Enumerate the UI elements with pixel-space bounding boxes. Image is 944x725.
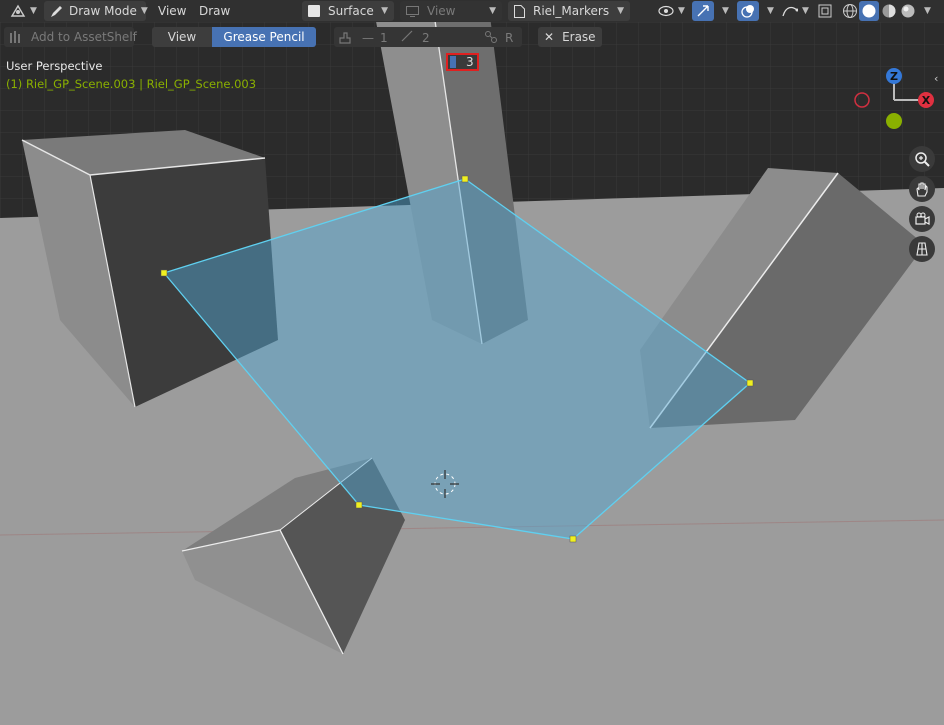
option-r-label[interactable]: R bbox=[505, 31, 513, 45]
erase-label: Erase bbox=[562, 30, 596, 44]
gizmo-icon bbox=[696, 4, 710, 18]
option-3-bar-icon bbox=[450, 56, 456, 68]
mode-label: Draw Mode bbox=[69, 4, 137, 18]
chevron-down-icon: ▼ bbox=[678, 6, 685, 16]
rendered-sphere-icon bbox=[900, 3, 916, 19]
curve-icon bbox=[782, 4, 798, 18]
option-1-dash-icon: — bbox=[362, 31, 374, 45]
eye-icon bbox=[658, 5, 674, 17]
close-icon: ✕ bbox=[544, 30, 555, 44]
layer-label: Riel_Markers bbox=[533, 4, 610, 18]
chevron-down-icon[interactable]: ▼ bbox=[924, 6, 931, 16]
option-2-slash-icon bbox=[400, 29, 414, 46]
gizmo-toggle[interactable] bbox=[692, 1, 714, 21]
menu-draw[interactable]: Draw bbox=[193, 1, 236, 21]
chevron-down-icon: ▼ bbox=[140, 6, 148, 16]
layer-dropdown[interactable]: Riel_Markers ▼ bbox=[508, 1, 630, 21]
option-2-label[interactable]: 2 bbox=[422, 31, 430, 45]
xray-icon bbox=[818, 4, 832, 18]
perspective-label: User Perspective bbox=[6, 59, 103, 73]
stroke-point[interactable] bbox=[355, 501, 363, 509]
chevron-down-icon: ▼ bbox=[30, 6, 37, 16]
mode-dropdown[interactable]: Draw Mode ▼ bbox=[44, 1, 148, 21]
viewport-header: ▼ Draw Mode ▼ View Draw Surface ▼ View ▼… bbox=[0, 0, 944, 22]
shading-wireframe[interactable] bbox=[840, 1, 860, 21]
pencil-icon bbox=[50, 5, 63, 18]
zoom-icon bbox=[914, 151, 930, 167]
menu-view[interactable]: View bbox=[152, 1, 192, 21]
overlay-toggle[interactable] bbox=[737, 1, 759, 21]
wireframe-sphere-icon bbox=[842, 3, 858, 19]
modifiers-toggle[interactable]: ▼ bbox=[778, 1, 813, 21]
camera-icon bbox=[914, 211, 930, 227]
navigation-gizmo[interactable]: Z X bbox=[848, 62, 938, 134]
stroke-point[interactable] bbox=[569, 535, 577, 543]
3d-viewport[interactable] bbox=[0, 0, 944, 725]
monitor-icon bbox=[406, 5, 419, 17]
hand-icon bbox=[914, 181, 930, 197]
zoom-button[interactable] bbox=[909, 146, 935, 172]
material-sphere-icon bbox=[881, 3, 897, 19]
tab-view[interactable]: View bbox=[152, 27, 212, 47]
chevron-down-icon[interactable]: ▼ bbox=[722, 6, 729, 16]
view-plane-label: View bbox=[427, 4, 456, 18]
shading-material[interactable] bbox=[879, 1, 899, 21]
z-axis-label: Z bbox=[890, 70, 898, 83]
sidebar-toggle-icon[interactable]: ‹ bbox=[934, 72, 938, 85]
asset-shelf-icon bbox=[10, 31, 23, 43]
editor-type-button[interactable]: ▼ bbox=[4, 1, 38, 21]
pan-button[interactable] bbox=[909, 176, 935, 202]
solid-sphere-icon bbox=[861, 3, 877, 19]
x-axis-label: X bbox=[922, 94, 931, 107]
option-3-label: 3 bbox=[466, 55, 474, 69]
camera-view-button[interactable] bbox=[909, 206, 935, 232]
placement-label: Surface bbox=[328, 4, 374, 18]
brush-icon[interactable] bbox=[338, 31, 352, 45]
visibility-dropdown[interactable]: ▼ bbox=[654, 1, 689, 21]
xray-toggle[interactable] bbox=[815, 1, 835, 21]
erase-button[interactable]: ✕ Erase bbox=[538, 27, 602, 47]
placement-dropdown[interactable]: Surface ▼ bbox=[302, 1, 394, 21]
chevron-down-icon: ▼ bbox=[381, 6, 388, 16]
document-icon bbox=[514, 4, 525, 18]
tab-grease-pencil[interactable]: Grease Pencil bbox=[212, 27, 316, 47]
shading-rendered[interactable] bbox=[898, 1, 918, 21]
add-to-assetshelf-label: Add to AssetShelf bbox=[31, 30, 137, 44]
add-to-assetshelf-button[interactable]: Add to AssetShelf bbox=[4, 27, 137, 47]
neg-x-axis-icon[interactable] bbox=[854, 92, 870, 108]
tool-settings-bar: Add to AssetShelf View Grease Pencil — 1… bbox=[0, 26, 944, 71]
chevron-down-icon: ▼ bbox=[802, 6, 809, 16]
chevron-down-icon: ▼ bbox=[489, 6, 496, 16]
projection-toggle-button[interactable] bbox=[909, 236, 935, 262]
overlay-icon bbox=[741, 4, 755, 18]
chevron-down-icon: ▼ bbox=[617, 6, 624, 16]
object-info-label: (1) Riel_GP_Scene.003 | Riel_GP_Scene.00… bbox=[6, 77, 257, 91]
stroke-point[interactable] bbox=[746, 379, 754, 387]
stroke-point[interactable] bbox=[461, 175, 469, 183]
random-icon[interactable] bbox=[484, 30, 498, 44]
option-1-label[interactable]: 1 bbox=[380, 31, 388, 45]
y-axis-icon[interactable] bbox=[886, 113, 902, 129]
view-plane-dropdown[interactable]: View ▼ bbox=[400, 1, 502, 21]
stroke-point[interactable] bbox=[160, 269, 168, 277]
grid-icon bbox=[914, 241, 930, 257]
chevron-down-icon[interactable]: ▼ bbox=[767, 6, 774, 16]
option-3-button[interactable]: 3 bbox=[446, 53, 479, 71]
shading-solid[interactable] bbox=[859, 1, 879, 21]
surface-icon bbox=[308, 5, 320, 17]
editor-type-icon bbox=[10, 4, 26, 18]
